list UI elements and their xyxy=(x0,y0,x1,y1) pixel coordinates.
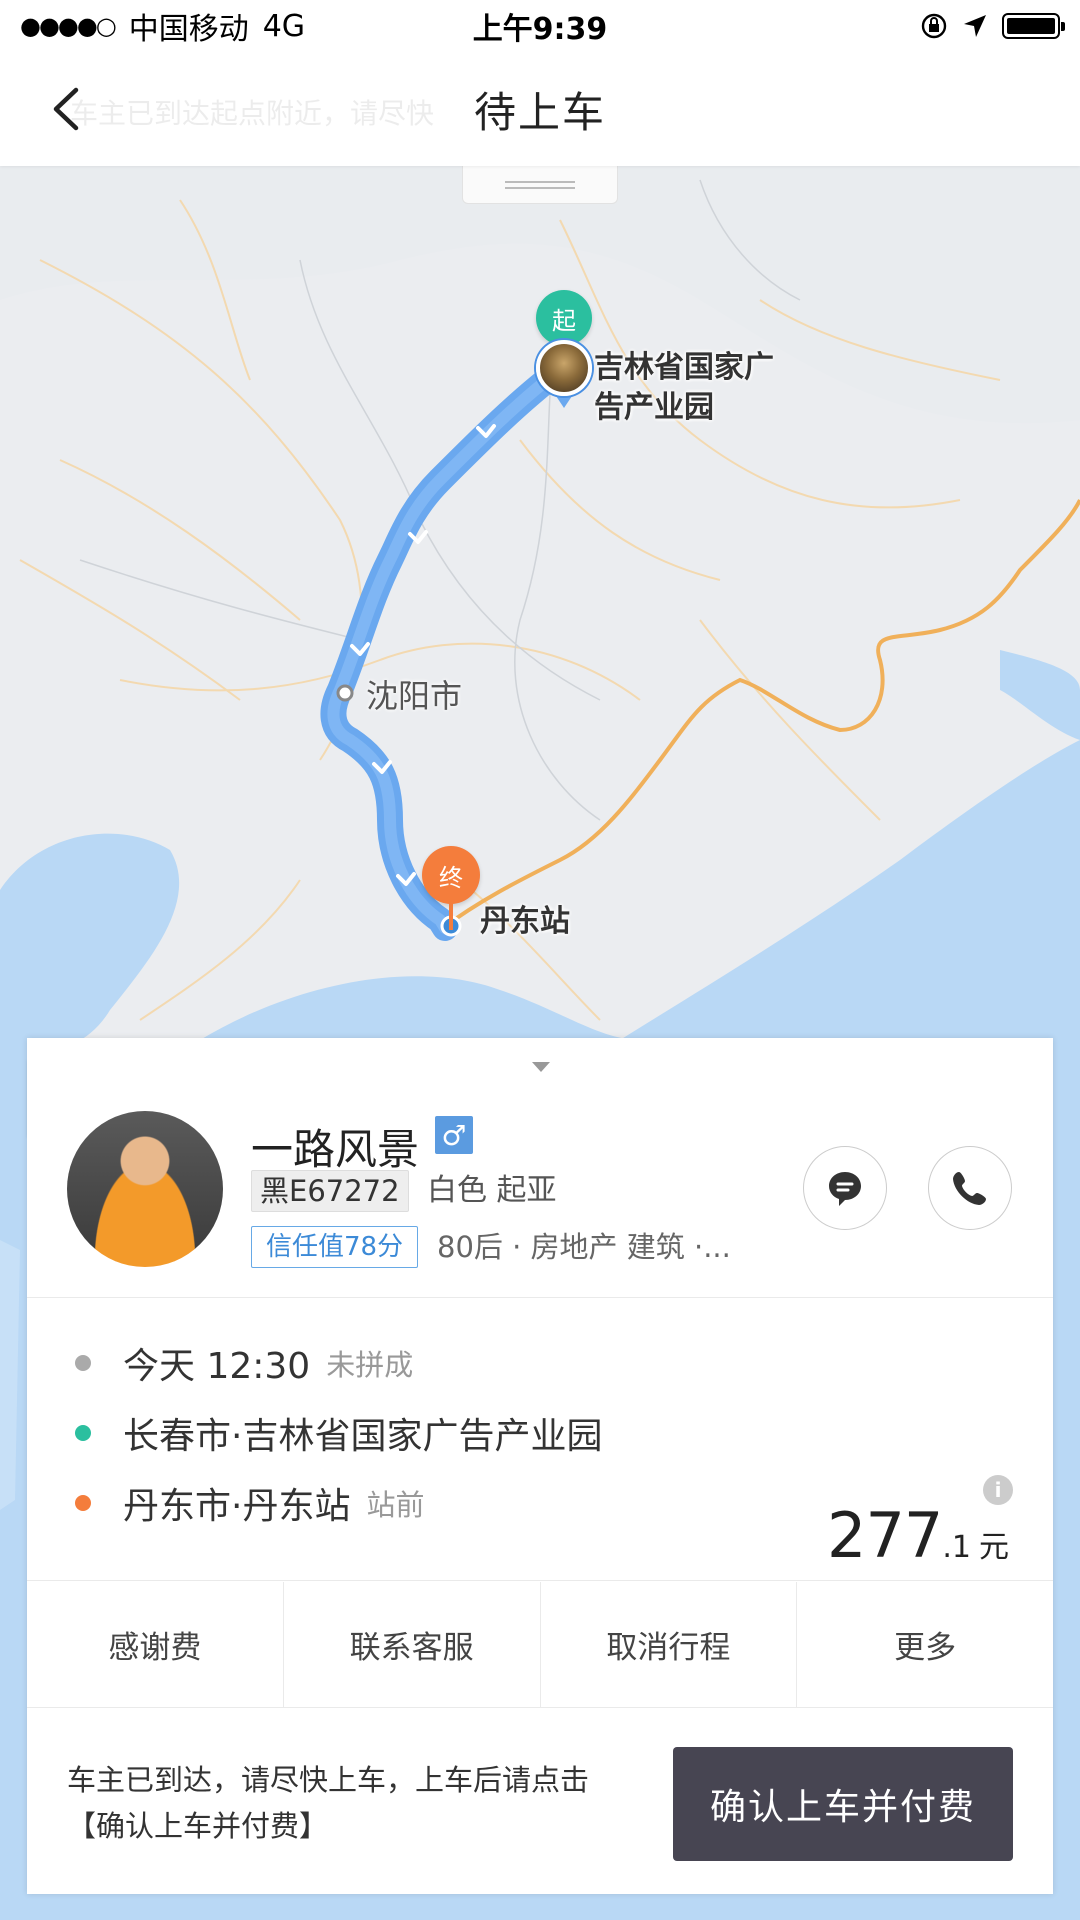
trip-time-row: 今天 12:30 未拼成 xyxy=(27,1337,413,1389)
driver-section: 一路风景 ♂ 黑E67272 白色 起亚 信任值78分 80后 · 房地产 建筑… xyxy=(27,1038,1053,1298)
trip-end-note: 站前 xyxy=(366,1488,425,1522)
thanks-fee-button[interactable]: 感谢费 xyxy=(27,1582,284,1707)
phone-icon xyxy=(953,1172,986,1205)
carrier-label: 中国移动 xyxy=(128,12,249,47)
status-left: ●●●●○ 中国移动 4G xyxy=(20,4,305,48)
call-button[interactable] xyxy=(928,1146,1012,1230)
trip-start: 长春市·吉林省国家广告产业园 xyxy=(123,1416,603,1457)
network-label: 4G xyxy=(262,8,306,44)
end-dot-icon xyxy=(75,1495,91,1511)
start-place-label: 吉林省国家广告产业园 xyxy=(594,350,774,425)
contact-support-button[interactable]: 联系客服 xyxy=(284,1582,541,1707)
location-arrow-icon xyxy=(964,15,986,37)
rotation-lock-icon xyxy=(921,13,947,39)
chat-icon xyxy=(829,1172,861,1206)
more-button[interactable]: 更多 xyxy=(797,1582,1053,1707)
driver-map-avatar[interactable] xyxy=(536,340,592,396)
page-title: 待上车 xyxy=(473,87,606,137)
trip-time: 今天 12:30 xyxy=(123,1346,311,1387)
clock-icon xyxy=(75,1355,91,1371)
end-pin[interactable]: 终 xyxy=(422,846,480,904)
status-right xyxy=(920,12,1065,40)
footer: 车主已到达，请尽快上车，上车后请点击【确认上车并付费】 确认上车并付费 xyxy=(27,1709,1053,1894)
status-bar: ●●●●○ 中国移动 4G 上午9:39 xyxy=(0,0,1080,52)
driver-avatar[interactable] xyxy=(67,1111,223,1267)
end-pin-stem xyxy=(449,900,453,930)
car-description: 白色 起亚 xyxy=(427,1173,557,1208)
trip-end: 丹东市·丹东站 xyxy=(123,1486,351,1527)
nav-bar: 车主已到达起点附近，请尽快 待上车 xyxy=(0,52,1080,166)
trust-score-badge[interactable]: 信任值78分 xyxy=(251,1226,419,1268)
driver-name: 一路风景 xyxy=(251,1125,420,1174)
trip-end-row: 丹东市·丹东站 站前 xyxy=(27,1477,424,1529)
confirm-board-pay-button[interactable]: 确认上车并付费 xyxy=(673,1747,1013,1861)
cancel-trip-button[interactable]: 取消行程 xyxy=(541,1582,798,1707)
actions-row: 感谢费 联系客服 取消行程 更多 xyxy=(27,1582,1053,1708)
male-icon: ♂ xyxy=(435,1116,473,1154)
back-button[interactable] xyxy=(40,82,90,136)
price-unit: 元 xyxy=(979,1530,1009,1565)
end-place-label: 丹东站 xyxy=(480,904,570,939)
boarding-notice: 车主已到达，请尽快上车，上车后请点击【确认上车并付费】 xyxy=(67,1763,590,1843)
trip-section: 今天 12:30 未拼成 长春市·吉林省国家广告产业园 丹东市·丹东站 站前 i… xyxy=(27,1299,1053,1581)
trip-card: 一路风景 ♂ 黑E67272 白色 起亚 信任值78分 80后 · 房地产 建筑… xyxy=(27,1038,1053,1894)
price-decimal: .1 xyxy=(942,1530,971,1565)
start-pin[interactable]: 起 xyxy=(536,290,592,346)
signal-icon: ●●●●○ xyxy=(20,12,117,40)
message-button[interactable] xyxy=(803,1146,887,1230)
price: 277 .1 元 xyxy=(827,1499,1009,1572)
trip-time-note: 未拼成 xyxy=(326,1348,414,1382)
battery-icon xyxy=(1002,13,1065,39)
driver-tags: 80后 · 房地产 建筑 ·... xyxy=(437,1230,731,1264)
start-dot-icon xyxy=(75,1425,91,1441)
city-label: 沈阳市 xyxy=(366,677,463,715)
nav-ghost-text: 车主已到达起点附近，请尽快 xyxy=(70,97,435,130)
map-drawer-handle[interactable] xyxy=(462,166,618,204)
trip-start-row: 长春市·吉林省国家广告产业园 xyxy=(27,1407,602,1459)
chevron-left-icon xyxy=(53,87,79,131)
price-integer: 277 xyxy=(827,1499,943,1572)
license-plate: 黑E67272 xyxy=(251,1170,409,1212)
